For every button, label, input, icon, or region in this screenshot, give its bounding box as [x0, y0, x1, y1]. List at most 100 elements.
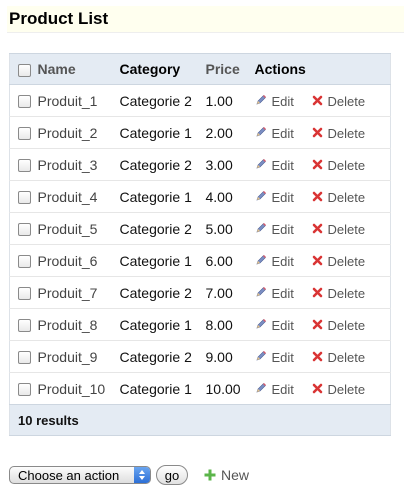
product-name: Produit_10 — [37, 380, 106, 397]
delete-link[interactable]: Delete — [312, 189, 366, 205]
red-x-icon — [312, 254, 328, 269]
row-checkbox-cell — [10, 213, 38, 245]
row-checkbox-cell — [10, 149, 38, 181]
row-checkbox[interactable] — [18, 287, 31, 301]
product-category: Categorie 1 — [119, 188, 192, 205]
table-row: Produit_1 Categorie 2 1.00 Edit Delete — [9, 85, 391, 117]
row-checkbox[interactable] — [18, 159, 31, 173]
delete-cell: Delete — [312, 245, 391, 277]
delete-label: Delete — [327, 189, 366, 205]
row-checkbox[interactable] — [18, 95, 31, 109]
red-x-icon — [312, 222, 328, 237]
delete-link[interactable]: Delete — [312, 285, 366, 301]
pencil-icon — [255, 94, 272, 109]
delete-label: Delete — [327, 285, 366, 301]
product-price: 1.00 — [205, 92, 233, 109]
delete-link[interactable]: Delete — [312, 253, 366, 269]
select-all-checkbox[interactable] — [18, 63, 31, 77]
delete-cell: Delete — [312, 373, 391, 405]
edit-link[interactable]: Edit — [255, 286, 294, 301]
delete-cell: Delete — [312, 277, 391, 309]
green-plus-icon — [204, 469, 216, 481]
delete-cell: Delete — [312, 85, 391, 117]
delete-cell: Delete — [312, 309, 391, 341]
row-checkbox-cell — [10, 181, 38, 213]
product-price: 5.00 — [205, 220, 233, 237]
delete-link[interactable]: Delete — [312, 318, 365, 333]
product-name: Produit_1 — [37, 92, 98, 109]
edit-cell: Edit — [255, 245, 312, 277]
product-category: Categorie 2 — [119, 220, 192, 237]
row-checkbox[interactable] — [18, 191, 31, 205]
select-arrows-icon — [134, 467, 150, 483]
pencil-icon — [255, 318, 272, 333]
delete-label: Delete — [327, 349, 366, 365]
column-header-price[interactable]: Price — [205, 53, 255, 85]
edit-label: Edit — [271, 125, 294, 141]
edit-link[interactable]: Edit — [255, 190, 294, 205]
row-checkbox[interactable] — [18, 127, 31, 141]
delete-label: Delete — [327, 381, 366, 397]
product-price: 8.00 — [205, 316, 233, 333]
edit-cell: Edit — [255, 341, 312, 373]
table-row: Produit_4 Categorie 1 4.00 Edit Delete — [9, 181, 391, 213]
delete-link[interactable]: Delete — [312, 222, 365, 237]
edit-link[interactable]: Edit — [255, 318, 294, 333]
row-checkbox[interactable] — [18, 223, 31, 237]
column-header-name[interactable]: Name — [37, 53, 120, 85]
edit-link[interactable]: Edit — [255, 94, 294, 109]
edit-link[interactable]: Edit — [255, 254, 294, 269]
edit-cell: Edit — [255, 85, 312, 117]
delete-link[interactable]: Delete — [312, 381, 366, 397]
delete-label: Delete — [327, 253, 366, 269]
product-price: 7.00 — [205, 284, 233, 301]
product-category: Categorie 2 — [119, 284, 192, 301]
table-row: Produit_8 Categorie 1 8.00 Edit Delete — [9, 309, 391, 341]
pencil-icon — [255, 286, 272, 301]
product-category: Categorie 1 — [119, 316, 192, 333]
row-checkbox-cell — [10, 341, 38, 373]
pencil-icon — [255, 350, 272, 365]
table-body: Produit_1 Categorie 2 1.00 Edit Delete Produi… — [9, 85, 391, 405]
edit-link[interactable]: Edit — [255, 350, 294, 365]
red-x-icon — [312, 158, 328, 173]
new-product-link[interactable]: New — [204, 467, 249, 483]
pencil-icon — [255, 158, 272, 173]
edit-label: Edit — [271, 189, 294, 205]
delete-link[interactable]: Delete — [312, 126, 365, 141]
column-header-category[interactable]: Category — [119, 53, 206, 85]
pencil-icon — [255, 382, 272, 397]
edit-label: Edit — [271, 221, 294, 237]
row-checkbox[interactable] — [18, 255, 31, 269]
table-row: Produit_9 Categorie 2 9.00 Edit Delete — [9, 341, 391, 373]
column-header-actions: Actions — [254, 53, 391, 85]
product-table-container: Name Category Price Actions Produit_1 Cat… — [9, 53, 391, 436]
delete-cell: Delete — [312, 341, 391, 373]
row-checkbox[interactable] — [18, 351, 31, 365]
red-x-icon — [312, 190, 328, 205]
delete-link[interactable]: Delete — [312, 94, 365, 109]
product-name: Produit_6 — [37, 252, 98, 269]
go-button[interactable]: go — [156, 465, 188, 485]
product-table: Name Category Price Actions Produit_1 Cat… — [9, 53, 391, 436]
row-checkbox[interactable] — [18, 383, 31, 397]
edit-link[interactable]: Edit — [255, 126, 294, 141]
action-select[interactable]: Choose an action — [9, 466, 151, 484]
delete-link[interactable]: Delete — [312, 349, 366, 365]
select-all-cell — [9, 53, 38, 85]
edit-cell: Edit — [255, 277, 312, 309]
product-category: Categorie 2 — [119, 348, 192, 365]
table-header-row: Name Category Price Actions — [9, 53, 391, 85]
red-x-icon — [312, 94, 328, 109]
edit-link[interactable]: Edit — [255, 158, 294, 173]
edit-link[interactable]: Edit — [255, 382, 294, 397]
product-price: 6.00 — [205, 252, 233, 269]
pencil-icon — [255, 254, 272, 269]
row-checkbox-cell — [10, 309, 38, 341]
product-price: 2.00 — [205, 124, 233, 141]
delete-link[interactable]: Delete — [312, 158, 365, 173]
row-checkbox[interactable] — [18, 319, 31, 333]
edit-link[interactable]: Edit — [255, 222, 294, 237]
product-category: Categorie 1 — [119, 380, 192, 397]
edit-cell: Edit — [255, 117, 312, 149]
